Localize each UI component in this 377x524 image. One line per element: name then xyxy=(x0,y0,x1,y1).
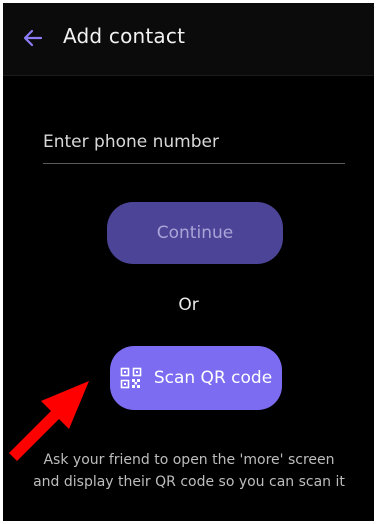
continue-button-label: Continue xyxy=(156,223,234,243)
or-divider-label: Or xyxy=(178,295,199,315)
qr-code-icon xyxy=(120,367,142,389)
continue-button[interactable]: Continue xyxy=(107,202,283,264)
top-app-bar: Add contact xyxy=(3,3,374,76)
scan-qr-code-label: Scan QR code xyxy=(153,368,273,388)
page-title: Add contact xyxy=(63,24,186,48)
scan-qr-code-button[interactable]: Scan QR code xyxy=(110,346,282,410)
back-arrow-icon xyxy=(23,29,43,47)
app-frame: Add contact Continue Or Scan QR co xyxy=(0,0,377,524)
back-button[interactable] xyxy=(17,22,49,54)
phone-number-input[interactable] xyxy=(43,121,345,164)
red-pointer-arrow-icon xyxy=(9,381,89,461)
